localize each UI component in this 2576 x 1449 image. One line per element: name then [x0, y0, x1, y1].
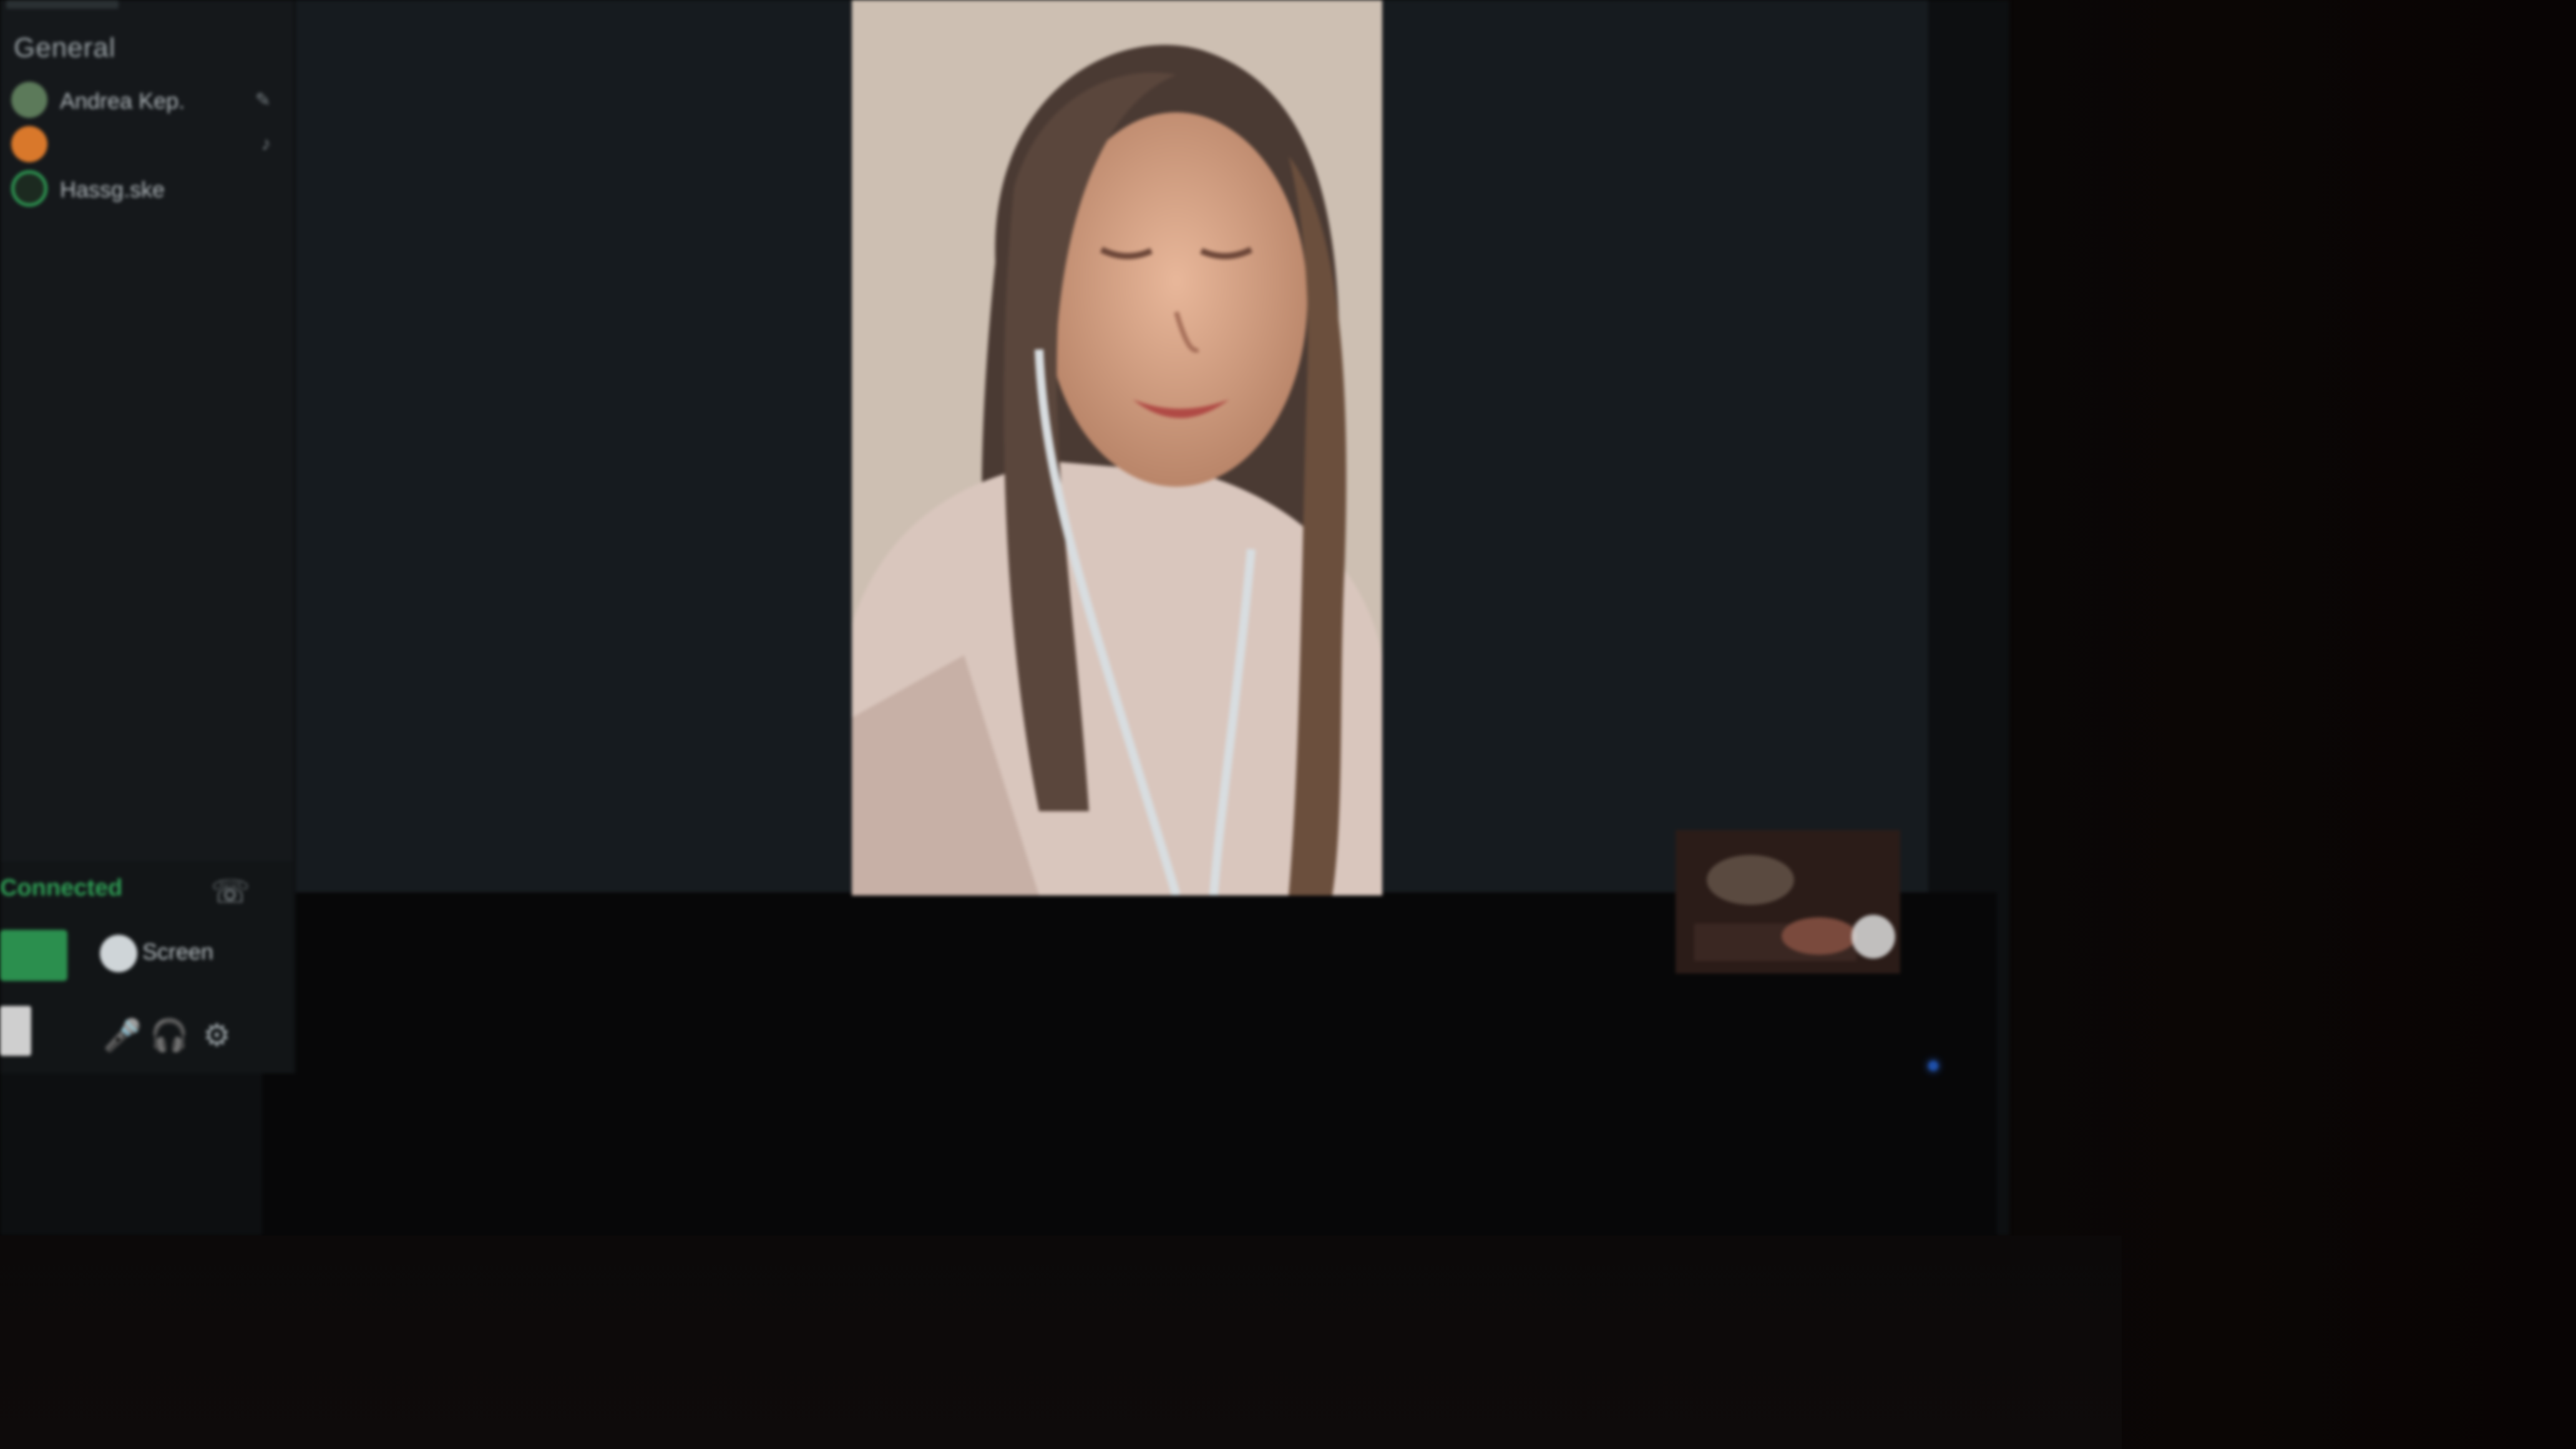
sidebar-header — [6, 0, 119, 9]
desk-foreground — [0, 1236, 2122, 1449]
deafen-icon[interactable]: 🎧 — [150, 1017, 188, 1054]
self-video-preview[interactable] — [1676, 830, 1900, 973]
user-panel: 🎤 🎧 ⚙ — [0, 1003, 293, 1072]
avatar — [11, 170, 47, 207]
app-window: General Andrea Kep. ✎ ♪ Hassg.ske Connec… — [0, 0, 2009, 1242]
background-wall — [1997, 0, 2576, 1449]
screen-share-button[interactable]: Screen — [100, 935, 213, 978]
disconnect-icon[interactable]: ☏ — [211, 874, 250, 911]
member-list-item[interactable]: Hassg.ske — [11, 167, 286, 210]
server-name[interactable]: General — [14, 32, 116, 64]
avatar — [11, 82, 47, 118]
mute-icon[interactable]: 🎤 — [103, 1017, 142, 1054]
power-indicator — [1928, 1061, 1938, 1071]
sidebar: General Andrea Kep. ✎ ♪ Hassg.ske Connec… — [0, 0, 296, 1073]
voice-connection-panel: Connected ☏ Screen 🎤 🎧 ⚙ — [0, 861, 293, 1073]
photo-scene: General Andrea Kep. ✎ ♪ Hassg.ske Connec… — [0, 0, 2576, 1449]
screen-icon — [100, 935, 137, 972]
member-name: Hassg.ske — [60, 177, 165, 202]
avatar — [11, 126, 47, 162]
volume-icon: ♪ — [261, 134, 271, 154]
voice-status: Connected — [0, 875, 123, 901]
remote-video-feed — [852, 0, 1382, 895]
member-list-item[interactable]: ♪ — [11, 122, 286, 166]
member-name: Andrea Kep. — [60, 88, 185, 114]
camera-switch-icon[interactable] — [1852, 915, 1895, 959]
video-button[interactable] — [0, 930, 67, 981]
avatar[interactable] — [0, 1006, 31, 1056]
member-list-item[interactable]: Andrea Kep. ✎ — [11, 78, 286, 122]
mic-icon: ✎ — [255, 90, 271, 110]
participant-video-image — [852, 0, 1382, 895]
settings-icon[interactable]: ⚙ — [203, 1017, 231, 1053]
screen-share-label: Screen — [142, 939, 214, 965]
